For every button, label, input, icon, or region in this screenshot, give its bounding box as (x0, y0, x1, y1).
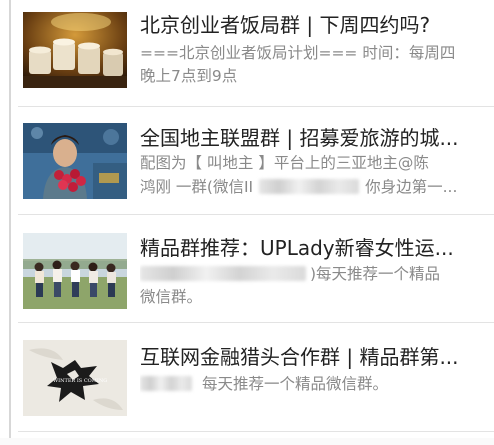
thumbnail-women-group (23, 233, 127, 309)
thumbnail-winter-is-coming: WINTER IS COMING (23, 340, 127, 416)
item-title[interactable]: 全国地主联盟群 | 招募爱旅游的城... (140, 124, 485, 152)
feed-item-landlord-alliance[interactable]: 全国地主联盟群 | 招募爱旅游的城... 配图为【 叫地主 】平台上的三亚地主@… (11, 107, 494, 212)
item-description-line: 配图为【 叫地主 】平台上的三亚地主@陈 (140, 154, 429, 172)
item-description-line: 晚上7点到9点 (140, 67, 238, 85)
item-title[interactable]: 北京创业者饭局群 | 下周四约吗? (140, 11, 485, 39)
item-description-line: 鸿刚 一群(微信II 你身边第一... (140, 178, 458, 196)
item-description-line: 微信群。 (140, 288, 203, 306)
item-divider (18, 431, 494, 432)
redacted-blur (140, 266, 306, 281)
feed-item-fintech-headhunter[interactable]: WINTER IS COMING 互联网金融猎头合作群 | 精品群第... 每天… (11, 323, 494, 428)
wechat-article-feed: 北京创业者饭局群 | 下周四约吗? ===北京创业者饭局计划=== 时间：每周四… (0, 0, 494, 445)
redacted-blur (259, 179, 360, 194)
thumbnail-coffee-cups (23, 12, 127, 88)
item-description-line: ===北京创业者饭局计划=== 时间：每周四 (140, 44, 456, 62)
item-description-line: 每天推荐一个精品微信群。 (140, 372, 485, 396)
feed-item-uplady[interactable]: 精品群推荐：UPLady新睿女性运... )每天推荐一个精品 微信群。 (11, 215, 494, 320)
item-title[interactable]: 精品群推荐：UPLady新睿女性运... (140, 234, 485, 262)
redacted-blur (140, 376, 192, 391)
thumbnail-caption: WINTER IS COMING (53, 378, 107, 384)
item-title[interactable]: 互联网金融猎头合作群 | 精品群第... (140, 343, 485, 371)
list-bottom-edge (0, 438, 494, 445)
feed-item-beijing-founders[interactable]: 北京创业者饭局群 | 下周四约吗? ===北京创业者饭局计划=== 时间：每周四… (11, 0, 494, 105)
thumbnail-man-with-flowers (23, 123, 127, 199)
item-description-line: )每天推荐一个精品 (140, 262, 485, 286)
